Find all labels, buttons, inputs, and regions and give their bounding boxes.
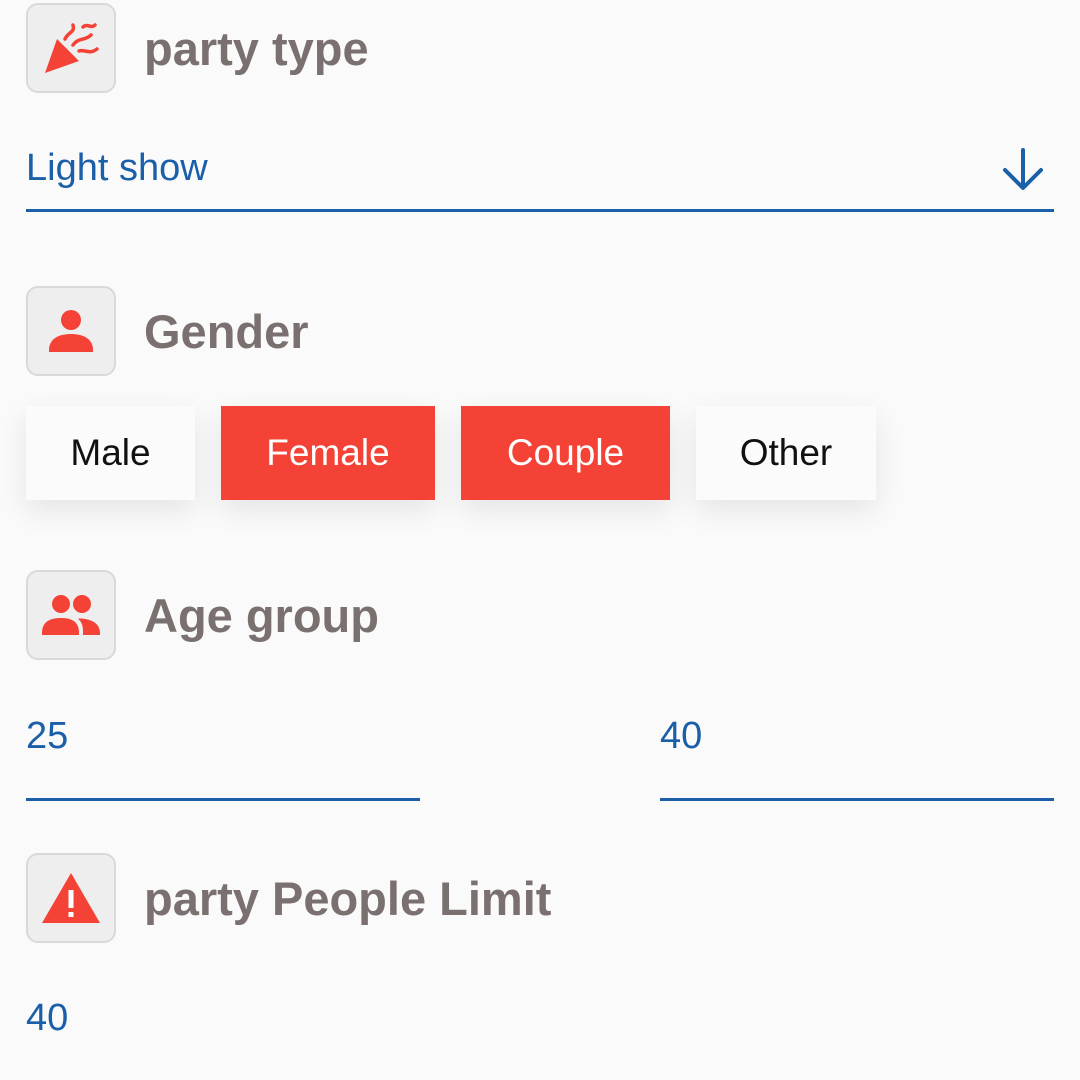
people-limit-value: 40 (26, 997, 69, 1039)
age-min-value: 25 (26, 715, 69, 757)
party-type-header: party type (26, 2, 369, 94)
party-type-selected-value: Light show (26, 147, 208, 189)
party-popper-icon (26, 3, 116, 93)
arrow-down-icon (1000, 147, 1046, 198)
gender-option-female[interactable]: Female (221, 406, 435, 500)
age-max-value: 40 (660, 715, 703, 757)
people-limit-input[interactable]: 40 (26, 982, 1054, 1080)
person-icon (26, 286, 116, 376)
party-type-title: party type (144, 21, 369, 75)
people-limit-title: party People Limit (144, 871, 552, 925)
age-group-header: Age group (26, 569, 379, 661)
gender-title: Gender (144, 304, 309, 358)
gender-option-couple[interactable]: Couple (461, 406, 670, 500)
gender-options: Male Female Couple Other (26, 406, 902, 500)
gender-option-male[interactable]: Male (26, 406, 195, 500)
age-min-input[interactable]: 25 (26, 700, 420, 801)
party-form-page: party type Light show Gender Male Female… (0, 0, 1080, 1080)
warning-icon (26, 853, 116, 943)
age-max-input[interactable]: 40 (660, 700, 1054, 801)
people-limit-header: party People Limit (26, 852, 551, 944)
gender-option-other[interactable]: Other (696, 406, 876, 500)
party-type-dropdown[interactable]: Light show (26, 135, 1054, 212)
age-group-title: Age group (144, 588, 379, 642)
people-icon (26, 570, 116, 660)
gender-header: Gender (26, 285, 309, 377)
